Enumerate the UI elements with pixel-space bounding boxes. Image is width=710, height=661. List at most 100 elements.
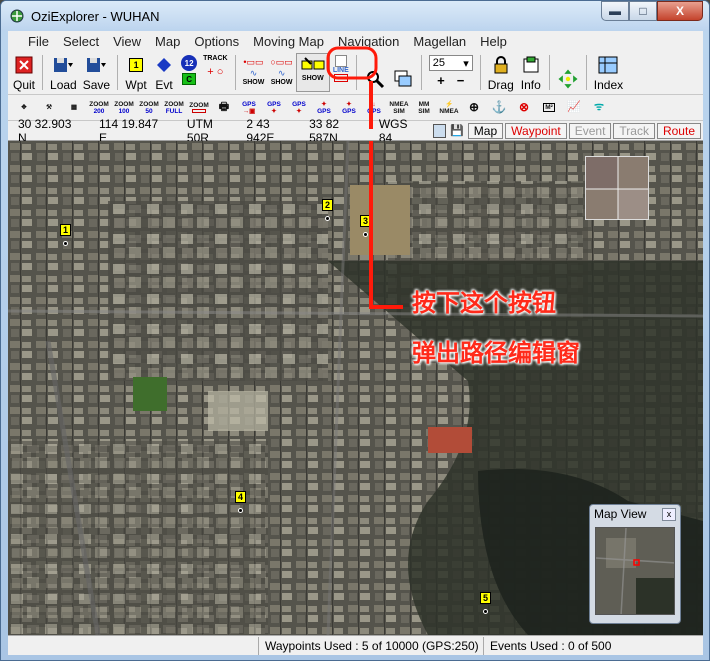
close-button[interactable]: X (657, 1, 703, 21)
waypoint-button[interactable]: 1 Wpt (122, 53, 150, 92)
gps-download-button[interactable]: ✦ GPS (337, 97, 361, 119)
line-button[interactable]: LINE (330, 53, 352, 92)
oziexplorer-icon (10, 9, 24, 23)
menu-view[interactable]: View (113, 34, 141, 49)
gps-download-icon: ✦ (346, 100, 352, 108)
save-button[interactable]: Save (80, 53, 113, 92)
area-icon: M² (543, 103, 555, 112)
show-label: SHOW (301, 75, 324, 82)
info-icon (520, 54, 542, 76)
zoom-full-button[interactable]: ZOOM FULL (162, 97, 186, 119)
nmea-sim-l1: NMEA (389, 100, 409, 108)
zoom-100-button[interactable]: ZOOM 100 (112, 97, 136, 119)
profile-button[interactable]: 📈 (562, 97, 586, 119)
print-button[interactable]: 🖶 (212, 97, 236, 119)
route-circle-icon: ○▭▭ (270, 57, 293, 67)
waypoint-marker-2[interactable]: 2 (322, 199, 333, 211)
wpt-label: Wpt (125, 78, 147, 92)
menu-options[interactable]: Options (194, 34, 239, 49)
gps-up-label: GPS (242, 100, 256, 108)
event-button[interactable]: Evt (150, 53, 178, 92)
menu-file[interactable]: File (28, 34, 49, 49)
show-route-button[interactable]: ○▭▭ ∿ SHOW (267, 53, 295, 92)
map-select-icon (392, 68, 414, 90)
zoom-50-button[interactable]: ZOOM 50 (137, 97, 161, 119)
image-icon[interactable] (432, 123, 447, 138)
document-icon (334, 55, 347, 67)
zoom-out-button[interactable]: − (457, 73, 465, 88)
menu-select[interactable]: Select (63, 34, 99, 49)
waypoint-marker-3[interactable]: 3 (360, 215, 371, 227)
events-used-status: Events Used : 0 of 500 (483, 636, 703, 655)
minimize-button[interactable]: ▬ (601, 1, 629, 21)
c-icon: C (182, 73, 197, 85)
waypoint-marker-5[interactable]: 5 (480, 592, 491, 604)
stop-button[interactable]: ⊗ (512, 97, 536, 119)
zoom-in-button[interactable]: + (437, 73, 445, 88)
move-map-button[interactable]: ✥ (12, 97, 36, 119)
track-mode-button[interactable]: Track (613, 122, 655, 139)
zoom-select[interactable]: 25 ▾ (428, 55, 473, 71)
route-number-button[interactable]: 12 C (178, 53, 200, 92)
wifi-button[interactable]: ᯤ (587, 97, 611, 119)
find-button[interactable] (361, 53, 389, 92)
map-list-button[interactable]: ▦ (62, 97, 86, 119)
gps-receive-button[interactable]: ↓ GPS (362, 97, 386, 119)
satellite-map[interactable]: 1 2 3 4 5 Map View x 按下这个按钮 弹出路径编辑窗 (8, 141, 703, 635)
index-button[interactable]: Index (591, 53, 626, 92)
evt-label: Evt (155, 78, 173, 92)
gps-wpt-button[interactable]: GPS ✦ (262, 97, 286, 119)
route-edit-button[interactable]: SHOW (295, 53, 330, 92)
nmea-button[interactable]: ⚡ NMEA (437, 97, 461, 119)
waypoint-marker-1[interactable]: 1 (60, 224, 71, 236)
map-view-thumbnail[interactable] (595, 527, 675, 615)
map-view-close-button[interactable]: x (662, 507, 676, 521)
zoom-full-l2: FULL (165, 107, 183, 115)
area-button[interactable]: M² (537, 97, 561, 119)
waypoint-mode-button[interactable]: Waypoint (505, 122, 567, 139)
nmea-sim-button[interactable]: NMEA SIM (387, 97, 411, 119)
zoom-control: 25 ▾ + − (426, 53, 476, 92)
overview-image (586, 157, 648, 219)
gps-trk-label: GPS (292, 100, 306, 108)
load-button[interactable]: Load (47, 53, 80, 92)
target-button[interactable]: ⊕ (462, 97, 486, 119)
route-mode-button[interactable]: Route (656, 122, 701, 139)
map-select-button[interactable] (389, 53, 417, 92)
gps-up-button[interactable]: GPS →▣ (237, 97, 261, 119)
menu-navigation[interactable]: Navigation (338, 34, 399, 49)
track-button[interactable]: TRACK + ○ (200, 53, 231, 92)
quit-label: Quit (13, 78, 36, 92)
quit-button[interactable]: Quit (10, 53, 38, 92)
quit-icon (13, 54, 35, 76)
info-button[interactable]: Info (517, 53, 545, 92)
menu-help[interactable]: Help (480, 34, 507, 49)
menu-moving-map[interactable]: Moving Map (253, 34, 324, 49)
annotation-line-1: 按下这个按钮 (412, 289, 556, 317)
settings-button[interactable]: ⚒ (37, 97, 61, 119)
drag-button[interactable]: Drag (485, 53, 517, 92)
title-bar[interactable]: OziExplorer - WUHAN ▬ □ X (1, 1, 709, 31)
gps-down-button[interactable]: ✦ GPS (312, 97, 336, 119)
menu-magellan[interactable]: Magellan (413, 34, 466, 49)
gps-down-label: GPS (317, 107, 331, 115)
waypoint-marker-4[interactable]: 4 (235, 491, 246, 503)
map-mode-button[interactable]: Map (467, 122, 504, 139)
mm-sim-button[interactable]: MM SIM (412, 97, 436, 119)
save-icon (85, 54, 107, 76)
toolbar-separator (479, 55, 481, 90)
show-track-button[interactable]: •▭▭ ∿ SHOW (240, 53, 268, 92)
anchor-button[interactable]: ⚓ (487, 97, 511, 119)
navigation-arrows[interactable] (554, 53, 582, 92)
zoom-button[interactable]: ZOOM (187, 97, 211, 119)
gps-trk-button[interactable]: GPS ✦ (287, 97, 311, 119)
mm-sim-l1: MM (418, 100, 430, 108)
main-toolbar: Quit Load Save 1 Wpt Evt 12 C TRACK + ○ … (8, 51, 703, 95)
info-label: Info (520, 78, 541, 92)
zoom-200-button[interactable]: ZOOM 200 (87, 97, 111, 119)
event-mode-button[interactable]: Event (568, 122, 612, 139)
zoom-value: 25 (432, 57, 446, 69)
menu-map[interactable]: Map (155, 34, 180, 49)
save-map-icon[interactable]: 💾 (450, 124, 464, 137)
maximize-button[interactable]: □ (629, 1, 657, 21)
